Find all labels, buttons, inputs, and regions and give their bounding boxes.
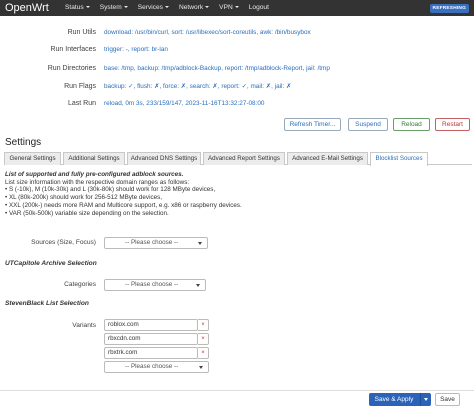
remove-variant-button[interactable]: ×: [198, 333, 209, 345]
status-row-run-utils: Run Utils download: /usr/bin/curl, sort:…: [0, 27, 474, 39]
restart-button[interactable]: Restart: [435, 118, 470, 131]
settings-title: Settings: [5, 137, 42, 148]
description-line: • XXL (200k-) needs more RAM and Multico…: [5, 201, 242, 209]
variant-entry[interactable]: roblox.com: [104, 319, 198, 331]
status-label: Run Utils: [67, 29, 96, 36]
description-line: • VAR (50k-500k) variable size depending…: [5, 209, 169, 217]
main-menu: Status System Services Network VPN Logou…: [60, 0, 274, 16]
sources-label: Sources (Size, Focus): [31, 239, 96, 246]
description-line: • S (-10k), M (10k-30k) and L (30k-80k) …: [5, 186, 216, 194]
tab-general-settings[interactable]: General Settings: [4, 152, 61, 165]
settings-tabs: General Settings Additional Settings Adv…: [4, 152, 472, 166]
status-value: base: /tmp, backup: /tmp/adblock-Backup,…: [104, 65, 330, 72]
chevron-down-icon: [198, 242, 202, 245]
variant-entry[interactable]: rbxcdn.com: [104, 333, 198, 345]
caret-down-icon: [234, 6, 239, 8]
menu-vpn[interactable]: VPN: [214, 0, 244, 16]
chevron-down-icon[interactable]: [420, 393, 431, 406]
reload-button[interactable]: Reload: [393, 118, 430, 131]
top-navbar: OpenWrt Status System Services Network V…: [0, 0, 474, 16]
categories-label: Categories: [64, 281, 96, 288]
tab-advanced-report-settings[interactable]: Advanced Report Settings: [203, 152, 285, 165]
select-placeholder: -- Please choose --: [125, 239, 179, 246]
tab-additional-settings[interactable]: Additional Settings: [63, 152, 125, 165]
footer-divider: [0, 390, 474, 391]
variants-add-select[interactable]: -- Please choose --: [104, 361, 209, 373]
stevenblack-heading: StevenBlack List Selection: [5, 300, 89, 307]
tab-blocklist-sources[interactable]: Blocklist Sources: [370, 152, 428, 166]
menu-status[interactable]: Status: [60, 0, 95, 16]
status-value: trigger: -, report: br-lan: [104, 46, 168, 53]
menu-services[interactable]: Services: [133, 0, 174, 16]
variants-label: Variants: [72, 322, 96, 329]
variant-entry[interactable]: rbxtrk.com: [104, 347, 198, 359]
remove-variant-button[interactable]: ×: [198, 319, 209, 331]
status-label: Run Interfaces: [50, 46, 96, 53]
status-row-run-interfaces: Run Interfaces trigger: -, report: br-la…: [0, 44, 474, 56]
caret-down-icon: [123, 6, 128, 8]
select-placeholder: -- Please choose --: [125, 281, 179, 288]
status-value: reload, 0m 3s, 233/159/147, 2023-11-16T1…: [104, 100, 265, 107]
status-row-run-directories: Run Directories base: /tmp, backup: /tmp…: [0, 63, 474, 75]
status-label: Run Directories: [47, 65, 96, 72]
menu-system[interactable]: System: [95, 0, 133, 16]
status-row-last-run: Last Run reload, 0m 3s, 233/159/147, 202…: [0, 98, 474, 110]
save-button[interactable]: Save: [435, 393, 460, 406]
description-line: List size information with the respectiv…: [5, 178, 190, 186]
refresh-timer-button[interactable]: Refresh Timer...: [284, 118, 341, 131]
remove-variant-button[interactable]: ×: [198, 347, 209, 359]
brand-logo[interactable]: OpenWrt: [5, 2, 49, 14]
description-title: List of supported and fully pre-configur…: [5, 171, 184, 178]
utcapitole-heading: UTCapitole Archive Selection: [5, 260, 97, 267]
blocklist-description: List of supported and fully pre-configur…: [5, 171, 465, 217]
caret-down-icon: [164, 6, 169, 8]
status-value: backup: ✓, flush: ✗, force: ✗, search: ✗…: [104, 83, 292, 90]
save-apply-button[interactable]: Save & Apply: [369, 393, 431, 406]
status-label: Run Flags: [64, 83, 96, 90]
save-apply-label: Save & Apply: [374, 396, 414, 403]
chevron-down-icon: [196, 284, 200, 287]
caret-down-icon: [85, 6, 90, 8]
description-line: • XL (80k-200k) should work for 256-512 …: [5, 194, 163, 202]
categories-select[interactable]: -- Please choose --: [104, 279, 206, 291]
status-value: download: /usr/bin/curl, sort: /usr/libe…: [104, 29, 311, 36]
select-placeholder: -- Please choose --: [125, 363, 179, 370]
refreshing-badge[interactable]: REFRESHING: [429, 4, 469, 13]
menu-logout[interactable]: Logout: [244, 0, 274, 16]
tab-advanced-dns-settings[interactable]: Advanced DNS Settings: [127, 152, 201, 165]
menu-network[interactable]: Network: [174, 0, 214, 16]
status-row-run-flags: Run Flags backup: ✓, flush: ✗, force: ✗,…: [0, 81, 474, 93]
status-label: Last Run: [67, 100, 96, 107]
chevron-down-icon: [199, 366, 203, 369]
suspend-button[interactable]: Suspend: [348, 118, 388, 131]
caret-down-icon: [205, 6, 210, 8]
tab-advanced-email-settings[interactable]: Advanced E-Mail Settings: [287, 152, 368, 165]
sources-select[interactable]: -- Please choose --: [104, 237, 208, 249]
